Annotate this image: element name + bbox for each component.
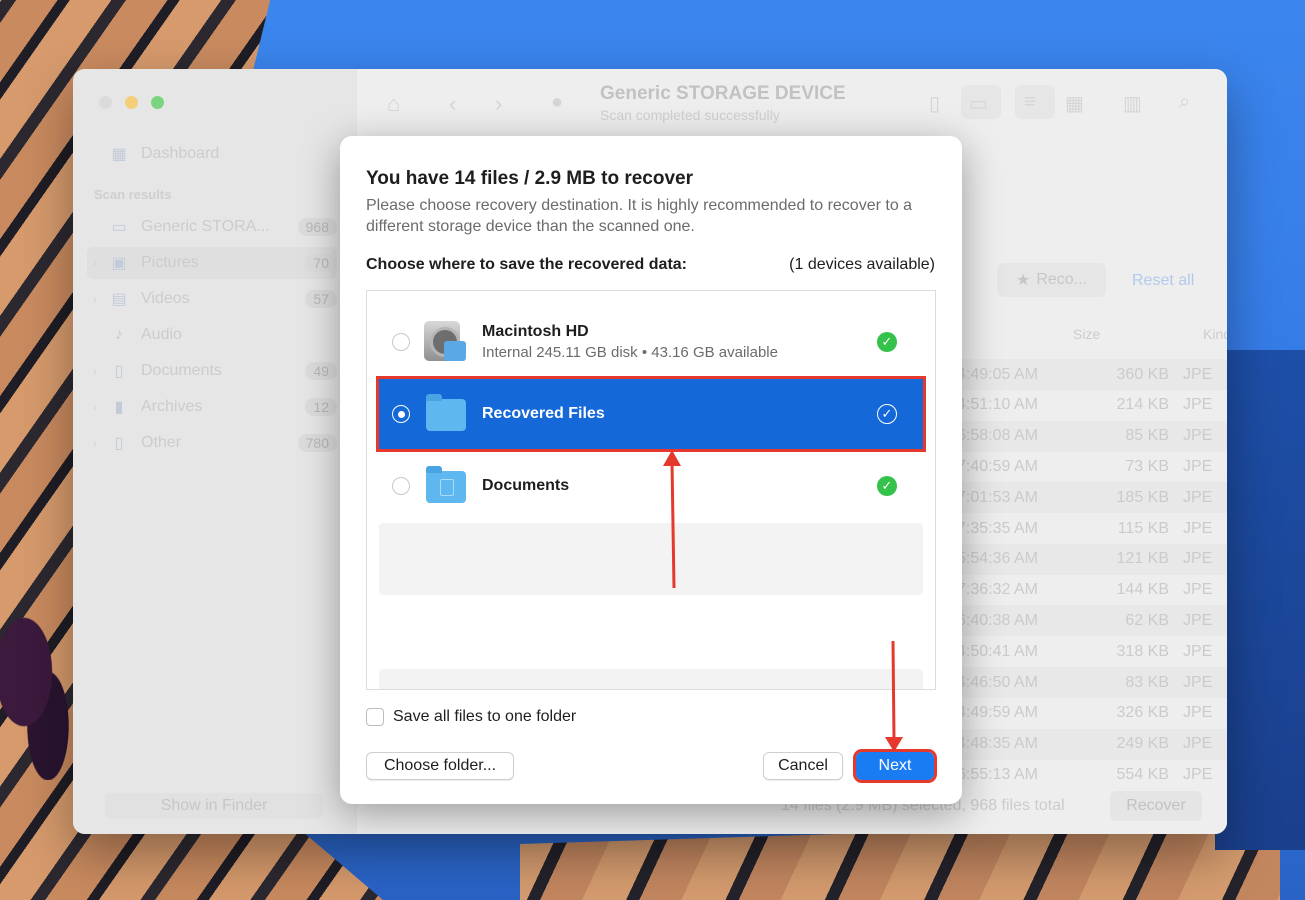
annotation-arrow-down: [885, 640, 903, 752]
annotation-arrow-up: [663, 450, 681, 589]
annotation-arrows: [663, 450, 903, 752]
